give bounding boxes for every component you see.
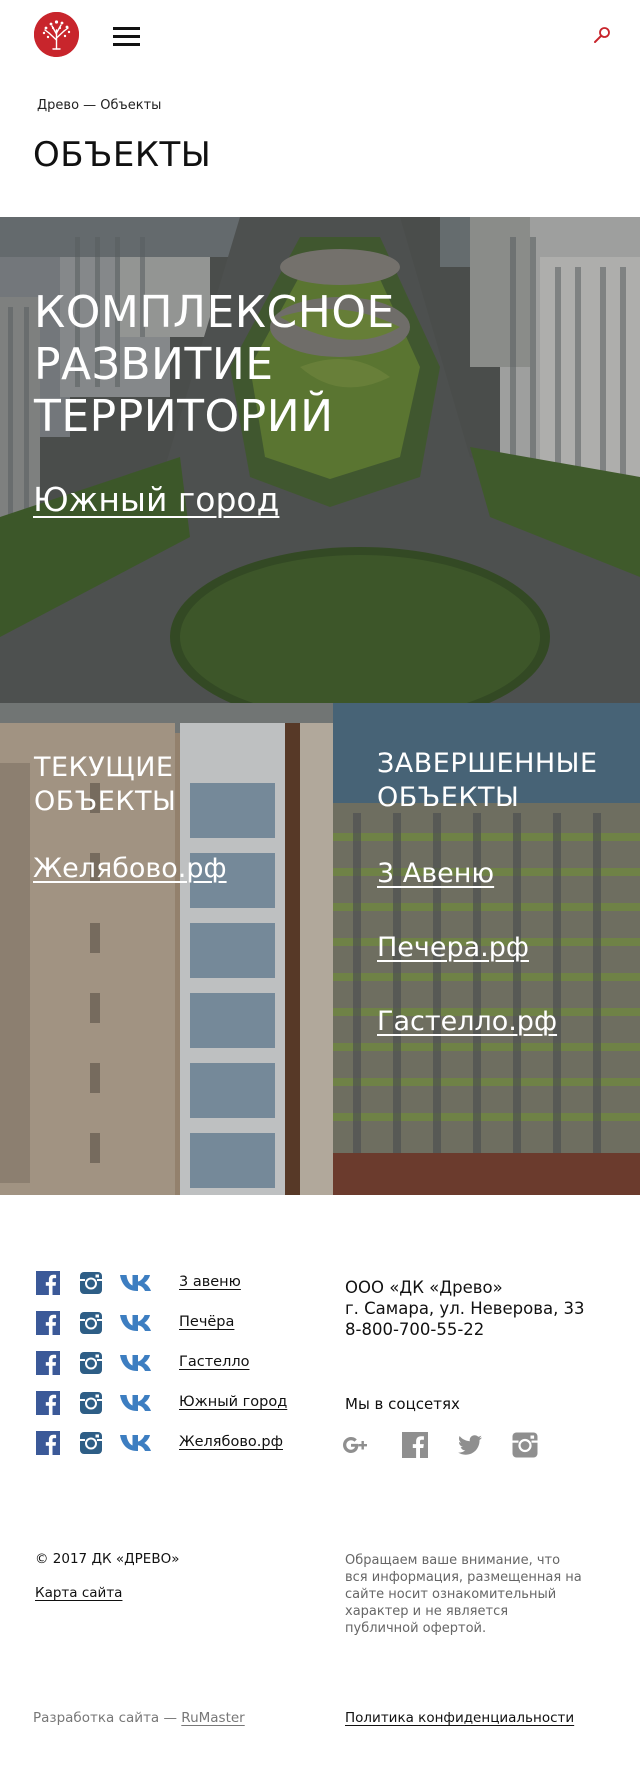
- company-social-icons: [341, 1431, 581, 1461]
- breadcrumb[interactable]: Древо — Объекты: [37, 98, 161, 113]
- footer-project-link[interactable]: Печёра: [179, 1314, 234, 1330]
- site-footer: 3 авеню Печёра Гастелло Южный город Желя…: [0, 1195, 640, 1785]
- completed-title-line: ЗАВЕРШЕННЫЕ: [377, 748, 598, 779]
- tree-logo-icon[interactable]: [34, 12, 79, 57]
- facebook-icon[interactable]: [36, 1351, 60, 1375]
- search-icon[interactable]: [592, 25, 612, 45]
- facebook-icon[interactable]: [36, 1311, 60, 1335]
- instagram-icon[interactable]: [79, 1271, 103, 1295]
- developer-credit: Разработка сайта — RuMaster: [33, 1710, 245, 1726]
- hero-title-line: КОМПЛЕКСНОЕ: [34, 287, 395, 338]
- instagram-icon[interactable]: [511, 1431, 539, 1459]
- link-zhelyabovo[interactable]: Желябово.рф: [33, 853, 227, 884]
- footer-project-link[interactable]: Гастелло: [179, 1354, 249, 1370]
- privacy-policy-link[interactable]: Политика конфиденциальности: [345, 1710, 574, 1726]
- current-objects-panel: ТЕКУЩИЕ ОБЪЕКТЫ Желябово.рф: [0, 703, 333, 1195]
- project-social-row: Желябово.рф: [36, 1431, 336, 1457]
- hero-title: КОМПЛЕКСНОЕ РАЗВИТИЕ ТЕРРИТОРИЙ: [34, 287, 594, 443]
- vk-icon[interactable]: [119, 1391, 155, 1415]
- link-3-avenue[interactable]: 3 Авеню: [377, 858, 494, 889]
- current-title-line: ТЕКУЩИЕ: [34, 752, 174, 783]
- instagram-icon[interactable]: [79, 1391, 103, 1415]
- facebook-icon[interactable]: [36, 1271, 60, 1295]
- company-name: ООО «ДК «Древо»: [345, 1278, 503, 1297]
- hero-link-yuzhny-gorod[interactable]: Южный город: [33, 480, 279, 519]
- hero-section: КОМПЛЕКСНОЕ РАЗВИТИЕ ТЕРРИТОРИЙ Южный го…: [0, 217, 640, 703]
- facebook-icon[interactable]: [401, 1431, 429, 1459]
- objects-columns: ТЕКУЩИЕ ОБЪЕКТЫ Желябово.рф ЗАВЕРШЕННЫЕ …: [0, 703, 640, 1195]
- twitter-icon[interactable]: [456, 1431, 484, 1459]
- footer-project-link[interactable]: Южный город: [179, 1394, 287, 1410]
- facebook-icon[interactable]: [36, 1391, 60, 1415]
- hero-title-line: ТЕРРИТОРИЙ: [34, 391, 334, 442]
- footer-project-link[interactable]: 3 авеню: [179, 1274, 241, 1290]
- completed-title-line: ОБЪЕКТЫ: [377, 782, 520, 813]
- instagram-icon[interactable]: [79, 1431, 103, 1455]
- copyright: © 2017 ДК «ДРЕВО»: [35, 1551, 180, 1567]
- hamburger-icon[interactable]: [113, 27, 140, 47]
- disclaimer: Обращаем ваше внимание, что вся информац…: [345, 1553, 582, 1636]
- footer-project-link[interactable]: Желябово.рф: [179, 1434, 283, 1450]
- developer-credit-prefix: Разработка сайта —: [33, 1710, 182, 1726]
- vk-icon[interactable]: [119, 1271, 155, 1295]
- page-title: ОБЪЕКТЫ: [33, 135, 212, 175]
- link-gastello[interactable]: Гастелло.рф: [377, 1006, 557, 1037]
- company-phone[interactable]: 8-800-700-55-22: [345, 1319, 585, 1340]
- project-social-row: Печёра: [36, 1311, 336, 1337]
- completed-objects-panel: ЗАВЕРШЕННЫЕ ОБЪЕКТЫ 3 Авеню Печера.рф Га…: [333, 703, 640, 1195]
- facebook-icon[interactable]: [36, 1431, 60, 1455]
- vk-icon[interactable]: [119, 1431, 155, 1455]
- instagram-icon[interactable]: [79, 1351, 103, 1375]
- current-title-line: ОБЪЕКТЫ: [34, 786, 177, 817]
- social-title: Мы в соцсетях: [345, 1395, 460, 1413]
- hero-title-line: РАЗВИТИЕ: [34, 339, 274, 390]
- project-social-row: Гастелло: [36, 1351, 336, 1377]
- current-objects-title: ТЕКУЩИЕ ОБЪЕКТЫ: [34, 751, 176, 819]
- instagram-icon[interactable]: [79, 1311, 103, 1335]
- company-address: г. Самара, ул. Неверова, 33: [345, 1299, 585, 1318]
- completed-objects-title: ЗАВЕРШЕННЫЕ ОБЪЕКТЫ: [377, 747, 598, 815]
- site-header: [0, 0, 640, 72]
- project-social-row: Южный город: [36, 1391, 336, 1417]
- project-social-row: 3 авеню: [36, 1271, 336, 1297]
- vk-icon[interactable]: [119, 1311, 155, 1335]
- company-info: ООО «ДК «Древо» г. Самара, ул. Неверова,…: [345, 1277, 585, 1340]
- link-pechera[interactable]: Печера.рф: [377, 932, 529, 963]
- vk-icon[interactable]: [119, 1351, 155, 1375]
- sitemap-link[interactable]: Карта сайта: [35, 1585, 122, 1601]
- developer-link[interactable]: RuMaster: [181, 1710, 244, 1726]
- google-plus-icon[interactable]: [341, 1431, 369, 1459]
